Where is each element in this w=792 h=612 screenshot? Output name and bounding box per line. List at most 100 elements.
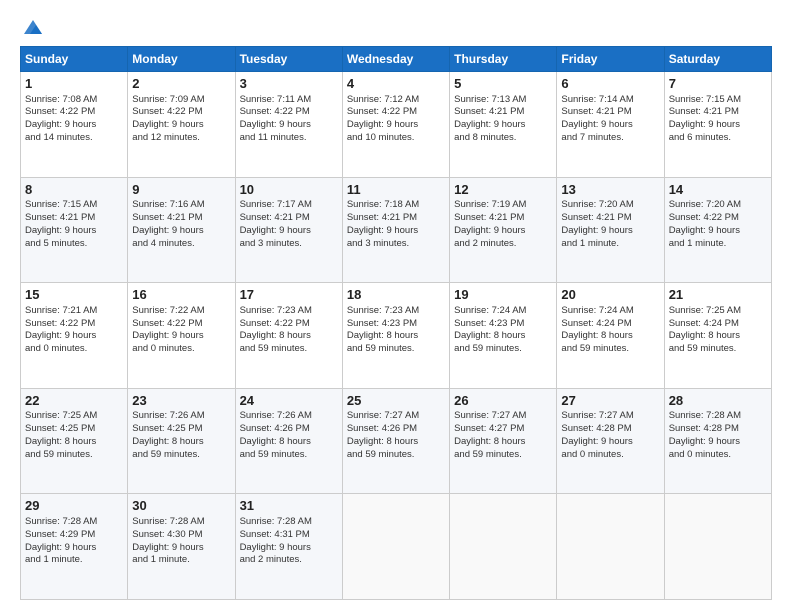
calendar-day-cell: 13Sunrise: 7:20 AMSunset: 4:21 PMDayligh… xyxy=(557,177,664,283)
day-number: 1 xyxy=(25,75,123,93)
day-info-line: and 8 minutes. xyxy=(454,132,552,145)
day-number: 26 xyxy=(454,392,552,410)
day-number: 9 xyxy=(132,181,230,199)
day-info-line: Daylight: 9 hours xyxy=(347,225,445,238)
day-info-line: Daylight: 9 hours xyxy=(561,225,659,238)
day-number: 4 xyxy=(347,75,445,93)
day-number: 28 xyxy=(669,392,767,410)
day-info-line: Sunset: 4:21 PM xyxy=(25,212,123,225)
day-number: 18 xyxy=(347,286,445,304)
day-info-line: Sunrise: 7:20 AM xyxy=(669,199,767,212)
calendar-day-cell: 18Sunrise: 7:23 AMSunset: 4:23 PMDayligh… xyxy=(342,283,449,389)
day-number: 16 xyxy=(132,286,230,304)
day-info-line: Sunrise: 7:24 AM xyxy=(561,305,659,318)
day-info-line: Daylight: 8 hours xyxy=(561,330,659,343)
day-info-line: Sunset: 4:22 PM xyxy=(240,106,338,119)
day-info-line: Daylight: 8 hours xyxy=(25,436,123,449)
day-info-line: Daylight: 9 hours xyxy=(25,119,123,132)
day-number: 3 xyxy=(240,75,338,93)
day-number: 13 xyxy=(561,181,659,199)
day-info-line: Sunset: 4:21 PM xyxy=(132,212,230,225)
day-info-line: Sunrise: 7:26 AM xyxy=(132,410,230,423)
day-info-line: Sunrise: 7:25 AM xyxy=(25,410,123,423)
day-info-line: Sunset: 4:31 PM xyxy=(240,529,338,542)
calendar-day-cell: 19Sunrise: 7:24 AMSunset: 4:23 PMDayligh… xyxy=(450,283,557,389)
day-info-line: and 59 minutes. xyxy=(454,449,552,462)
day-info-line: Sunset: 4:24 PM xyxy=(561,318,659,331)
day-info-line: Sunrise: 7:22 AM xyxy=(132,305,230,318)
day-info-line: Sunset: 4:22 PM xyxy=(347,106,445,119)
calendar-day-cell: 6Sunrise: 7:14 AMSunset: 4:21 PMDaylight… xyxy=(557,72,664,178)
day-info-line: Sunrise: 7:19 AM xyxy=(454,199,552,212)
day-number: 15 xyxy=(25,286,123,304)
day-info-line: and 59 minutes. xyxy=(347,449,445,462)
day-number: 17 xyxy=(240,286,338,304)
calendar-day-cell: 11Sunrise: 7:18 AMSunset: 4:21 PMDayligh… xyxy=(342,177,449,283)
day-number: 2 xyxy=(132,75,230,93)
logo xyxy=(20,18,44,36)
day-info-line: Sunset: 4:25 PM xyxy=(132,423,230,436)
day-info-line: Sunrise: 7:15 AM xyxy=(25,199,123,212)
day-number: 25 xyxy=(347,392,445,410)
day-info-line: Daylight: 8 hours xyxy=(240,330,338,343)
day-info-line: Sunset: 4:22 PM xyxy=(25,106,123,119)
day-info-line: Daylight: 9 hours xyxy=(669,225,767,238)
day-info-line: Sunset: 4:23 PM xyxy=(454,318,552,331)
day-info-line: Sunset: 4:22 PM xyxy=(669,212,767,225)
day-info-line: Daylight: 9 hours xyxy=(132,542,230,555)
calendar-week-row: 1Sunrise: 7:08 AMSunset: 4:22 PMDaylight… xyxy=(21,72,772,178)
day-number: 6 xyxy=(561,75,659,93)
calendar-day-header: Sunday xyxy=(21,47,128,72)
day-info-line: Daylight: 9 hours xyxy=(347,119,445,132)
day-info-line: and 11 minutes. xyxy=(240,132,338,145)
day-info-line: Sunrise: 7:14 AM xyxy=(561,94,659,107)
day-info-line: Sunset: 4:27 PM xyxy=(454,423,552,436)
day-info-line: and 59 minutes. xyxy=(561,343,659,356)
day-info-line: Daylight: 9 hours xyxy=(240,119,338,132)
day-info-line: Sunrise: 7:28 AM xyxy=(240,516,338,529)
calendar-week-row: 22Sunrise: 7:25 AMSunset: 4:25 PMDayligh… xyxy=(21,388,772,494)
day-info-line: Sunset: 4:21 PM xyxy=(454,106,552,119)
day-info-line: Sunset: 4:26 PM xyxy=(240,423,338,436)
day-info-line: Daylight: 8 hours xyxy=(240,436,338,449)
day-info-line: Sunrise: 7:27 AM xyxy=(561,410,659,423)
day-number: 8 xyxy=(25,181,123,199)
calendar-day-cell: 20Sunrise: 7:24 AMSunset: 4:24 PMDayligh… xyxy=(557,283,664,389)
day-info-line: Sunset: 4:30 PM xyxy=(132,529,230,542)
calendar-day-cell: 4Sunrise: 7:12 AMSunset: 4:22 PMDaylight… xyxy=(342,72,449,178)
day-info-line: Sunrise: 7:15 AM xyxy=(669,94,767,107)
day-info-line: and 2 minutes. xyxy=(454,238,552,251)
calendar-day-cell: 21Sunrise: 7:25 AMSunset: 4:24 PMDayligh… xyxy=(664,283,771,389)
day-info-line: Daylight: 9 hours xyxy=(132,119,230,132)
calendar-day-cell: 15Sunrise: 7:21 AMSunset: 4:22 PMDayligh… xyxy=(21,283,128,389)
calendar-day-cell: 7Sunrise: 7:15 AMSunset: 4:21 PMDaylight… xyxy=(664,72,771,178)
calendar-week-row: 8Sunrise: 7:15 AMSunset: 4:21 PMDaylight… xyxy=(21,177,772,283)
day-info-line: Sunset: 4:21 PM xyxy=(454,212,552,225)
day-number: 30 xyxy=(132,497,230,515)
day-number: 10 xyxy=(240,181,338,199)
day-info-line: Daylight: 9 hours xyxy=(25,225,123,238)
calendar-day-cell: 28Sunrise: 7:28 AMSunset: 4:28 PMDayligh… xyxy=(664,388,771,494)
day-info-line: and 0 minutes. xyxy=(669,449,767,462)
calendar-header-row: SundayMondayTuesdayWednesdayThursdayFrid… xyxy=(21,47,772,72)
day-info-line: Sunset: 4:29 PM xyxy=(25,529,123,542)
day-number: 11 xyxy=(347,181,445,199)
day-info-line: Sunrise: 7:28 AM xyxy=(669,410,767,423)
calendar-day-cell: 9Sunrise: 7:16 AMSunset: 4:21 PMDaylight… xyxy=(128,177,235,283)
day-info-line: Sunrise: 7:23 AM xyxy=(240,305,338,318)
day-info-line: and 1 minute. xyxy=(669,238,767,251)
day-info-line: Sunrise: 7:20 AM xyxy=(561,199,659,212)
day-info-line: Daylight: 9 hours xyxy=(454,225,552,238)
day-info-line: Sunrise: 7:26 AM xyxy=(240,410,338,423)
day-info-line: Sunset: 4:25 PM xyxy=(25,423,123,436)
day-number: 22 xyxy=(25,392,123,410)
day-info-line: and 1 minute. xyxy=(132,554,230,567)
calendar-day-cell: 31Sunrise: 7:28 AMSunset: 4:31 PMDayligh… xyxy=(235,494,342,600)
day-info-line: Sunrise: 7:12 AM xyxy=(347,94,445,107)
day-info-line: Sunrise: 7:27 AM xyxy=(347,410,445,423)
day-info-line: Sunset: 4:22 PM xyxy=(240,318,338,331)
day-info-line: Daylight: 8 hours xyxy=(454,330,552,343)
day-info-line: and 0 minutes. xyxy=(25,343,123,356)
day-info-line: Sunrise: 7:08 AM xyxy=(25,94,123,107)
day-info-line: and 2 minutes. xyxy=(240,554,338,567)
